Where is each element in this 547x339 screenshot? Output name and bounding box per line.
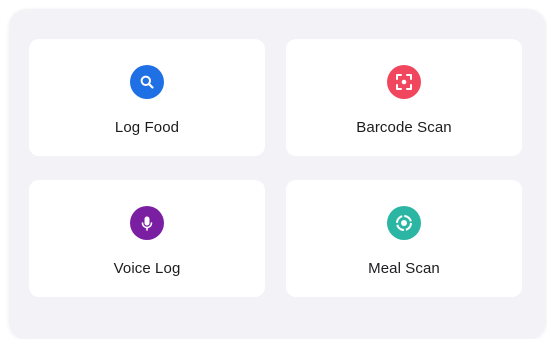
voice-log-button[interactable]: Voice Log: [29, 180, 265, 297]
barcode-scan-button[interactable]: Barcode Scan: [286, 39, 522, 156]
quick-actions-grid: Log Food Barcode Scan Voice Log Meal Sca…: [29, 39, 522, 297]
meal-scan-label: Meal Scan: [368, 260, 440, 277]
log-food-button[interactable]: Log Food: [29, 39, 265, 156]
search-icon: [130, 65, 164, 99]
voice-log-label: Voice Log: [113, 260, 181, 277]
barcode-scan-label: Barcode Scan: [356, 119, 452, 136]
barcode-scan-icon: [387, 65, 421, 99]
log-food-label: Log Food: [114, 119, 180, 136]
meal-scan-icon: [387, 206, 421, 240]
quick-actions-panel: Log Food Barcode Scan Voice Log Meal Sca…: [9, 9, 546, 339]
meal-scan-button[interactable]: Meal Scan: [286, 180, 522, 297]
microphone-icon: [130, 206, 164, 240]
